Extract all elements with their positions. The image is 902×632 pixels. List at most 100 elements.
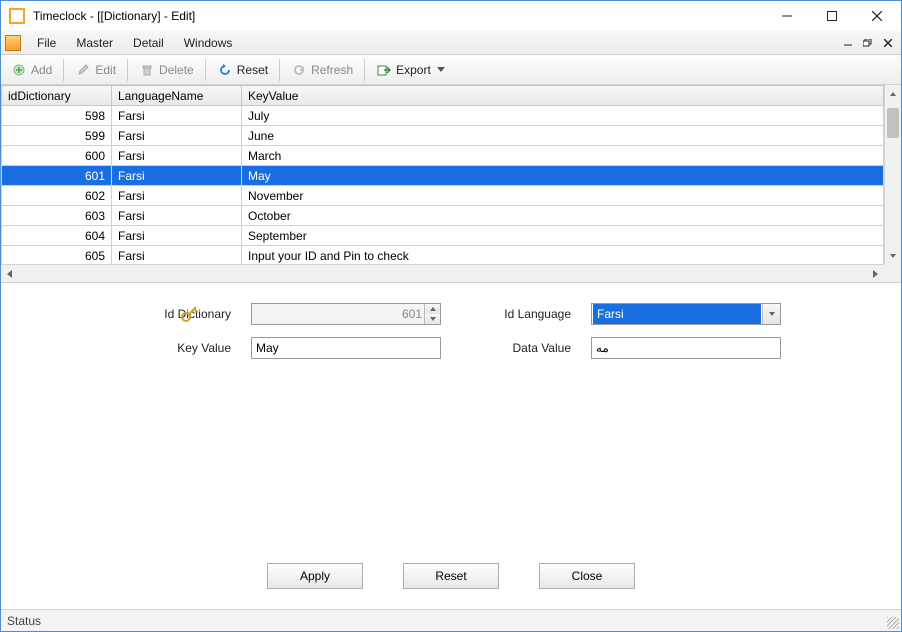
col-languagename[interactable]: LanguageName: [112, 86, 242, 106]
key-value-text: May: [256, 341, 279, 355]
plus-icon: [11, 62, 27, 78]
delete-label: Delete: [159, 63, 194, 77]
reset-label: Reset: [237, 63, 268, 77]
cell-key: June: [242, 126, 884, 146]
col-iddictionary[interactable]: idDictionary: [2, 86, 112, 106]
reset-button[interactable]: Reset: [211, 59, 274, 81]
cell-key: March: [242, 146, 884, 166]
col-keyvalue[interactable]: KeyValue: [242, 86, 884, 106]
status-bar: Status: [1, 609, 901, 631]
form-reset-button[interactable]: Reset: [403, 563, 499, 589]
title-bar: Timeclock - [[Dictionary] - Edit]: [1, 1, 901, 31]
export-icon: [376, 62, 392, 78]
vertical-scrollbar[interactable]: [884, 85, 901, 264]
chevron-down-icon: [437, 67, 445, 72]
cell-lang: Farsi: [112, 146, 242, 166]
table-row[interactable]: 603FarsiOctober: [2, 206, 884, 226]
key-icon: [181, 305, 199, 323]
cell-lang: Farsi: [112, 226, 242, 246]
scroll-right-icon[interactable]: [867, 265, 884, 282]
mdi-minimize-button[interactable]: [839, 36, 857, 50]
table-row[interactable]: 605FarsiInput your ID and Pin to check: [2, 246, 884, 266]
key-value-field[interactable]: May: [251, 337, 441, 359]
cell-id: 601: [2, 166, 112, 186]
form-close-button[interactable]: Close: [539, 563, 635, 589]
spinner-buttons[interactable]: [424, 304, 440, 324]
minimize-button[interactable]: [764, 2, 809, 30]
cell-id: 604: [2, 226, 112, 246]
table-row[interactable]: 601FarsiMay: [2, 166, 884, 186]
id-dictionary-value: 601: [402, 307, 422, 321]
resize-grip-icon[interactable]: [887, 617, 899, 629]
refresh-label: Refresh: [311, 63, 353, 77]
menu-file[interactable]: File: [27, 33, 66, 53]
window-title: Timeclock - [[Dictionary] - Edit]: [33, 9, 764, 23]
cell-lang: Farsi: [112, 246, 242, 266]
table-row[interactable]: 599FarsiJune: [2, 126, 884, 146]
menu-windows[interactable]: Windows: [174, 33, 243, 53]
mdi-child-icon: [5, 35, 21, 51]
add-label: Add: [31, 63, 52, 77]
export-button[interactable]: Export: [370, 59, 451, 81]
horizontal-scrollbar[interactable]: [1, 264, 884, 282]
chevron-down-icon[interactable]: [762, 304, 780, 324]
menu-detail[interactable]: Detail: [123, 33, 174, 53]
toolbar: Add Edit Delete Reset Refresh Export: [1, 55, 901, 85]
cell-id: 598: [2, 106, 112, 126]
cell-lang: Farsi: [112, 206, 242, 226]
cell-key: September: [242, 226, 884, 246]
scroll-left-icon[interactable]: [1, 265, 18, 282]
cell-key: July: [242, 106, 884, 126]
cell-lang: Farsi: [112, 186, 242, 206]
table-row[interactable]: 598FarsiJuly: [2, 106, 884, 126]
scroll-corner: [884, 264, 901, 282]
table-row[interactable]: 604FarsiSeptember: [2, 226, 884, 246]
cell-key: May: [242, 166, 884, 186]
data-value-field[interactable]: مه: [591, 337, 781, 359]
pencil-icon: [75, 62, 91, 78]
edit-label: Edit: [95, 63, 116, 77]
table-row[interactable]: 602FarsiNovember: [2, 186, 884, 206]
cell-id: 605: [2, 246, 112, 266]
id-dictionary-field[interactable]: 601: [251, 303, 441, 325]
maximize-button[interactable]: [809, 2, 854, 30]
label-key-value: Key Value: [121, 341, 231, 355]
refresh-icon: [291, 62, 307, 78]
delete-button[interactable]: Delete: [133, 59, 200, 81]
scrollbar-thumb[interactable]: [887, 108, 899, 138]
mdi-restore-button[interactable]: [859, 36, 877, 50]
cell-id: 602: [2, 186, 112, 206]
close-button[interactable]: [854, 2, 899, 30]
id-language-combo[interactable]: Farsi: [591, 303, 781, 325]
label-id-language: Id Language: [461, 307, 571, 321]
export-label: Export: [396, 63, 431, 77]
mdi-close-button[interactable]: [879, 36, 897, 50]
scroll-up-icon[interactable]: [885, 85, 901, 102]
apply-button[interactable]: Apply: [267, 563, 363, 589]
form-panel: Id Dictionary 601 Id Language Farsi Key …: [1, 283, 901, 609]
status-text: Status: [7, 614, 41, 628]
menu-master[interactable]: Master: [66, 33, 123, 53]
id-language-value: Farsi: [593, 304, 761, 324]
add-button[interactable]: Add: [5, 59, 58, 81]
cell-key: Input your ID and Pin to check: [242, 246, 884, 266]
scroll-down-icon[interactable]: [885, 247, 901, 264]
menu-bar: File Master Detail Windows: [1, 31, 901, 55]
cell-key: November: [242, 186, 884, 206]
cell-lang: Farsi: [112, 126, 242, 146]
data-grid[interactable]: idDictionary LanguageName KeyValue 598Fa…: [1, 85, 901, 283]
cell-id: 599: [2, 126, 112, 146]
cell-lang: Farsi: [112, 166, 242, 186]
label-id-dictionary: Id Dictionary: [121, 307, 231, 321]
cell-lang: Farsi: [112, 106, 242, 126]
cell-key: October: [242, 206, 884, 226]
edit-button[interactable]: Edit: [69, 59, 122, 81]
cell-id: 603: [2, 206, 112, 226]
refresh-button[interactable]: Refresh: [285, 59, 359, 81]
label-data-value: Data Value: [461, 341, 571, 355]
cell-id: 600: [2, 146, 112, 166]
table-row[interactable]: 600FarsiMarch: [2, 146, 884, 166]
undo-icon: [217, 62, 233, 78]
data-value-text: مه: [596, 341, 609, 355]
trash-icon: [139, 62, 155, 78]
